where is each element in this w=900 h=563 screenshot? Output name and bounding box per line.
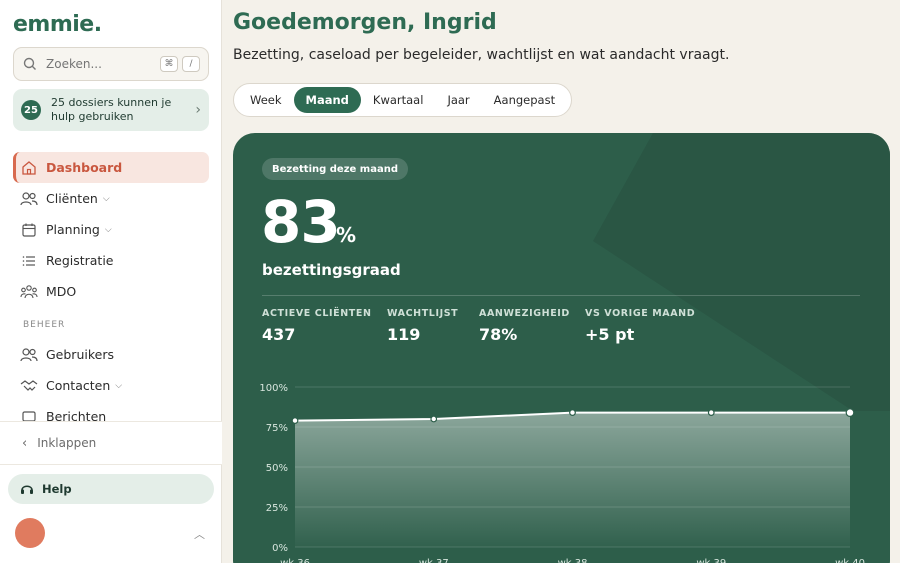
tab-aangepast[interactable]: Aangepast	[482, 87, 567, 113]
sidebar-item-dashboard[interactable]: Dashboard	[13, 152, 209, 183]
list-icon	[20, 252, 38, 270]
x-tick-label: wk 39	[696, 558, 726, 563]
y-tick-label: 100%	[259, 383, 288, 394]
search-box[interactable]: ⌘ /	[13, 47, 209, 81]
data-point[interactable]	[430, 415, 438, 423]
stat-attendance: AANWEZIGHEID 78%	[479, 308, 570, 344]
x-tick-label: wk 40	[835, 558, 865, 563]
y-tick-label: 75%	[266, 423, 288, 434]
headset-icon	[20, 482, 34, 496]
y-tick-label: 25%	[266, 503, 288, 514]
x-tick-label: wk 38	[558, 558, 588, 563]
search-icon	[23, 57, 36, 70]
occupancy-chart: 0% 25% 50% 75% 100% wk 36 wk 37 wk 38 wk 39 wk 40	[259, 383, 865, 563]
app-logo[interactable]: emmie.	[13, 12, 102, 37]
stat-vs-last-month: VS VORIGE MAAND +5 pt	[585, 308, 695, 344]
chevron-up-icon[interactable]: ︿	[194, 526, 205, 542]
y-tick-label: 50%	[266, 463, 288, 474]
x-tick-label: wk 37	[419, 558, 449, 563]
chevron-right-icon: ›	[195, 102, 201, 118]
users-icon	[20, 346, 38, 364]
sidebar-item-planning[interactable]: Planning ⌵	[13, 214, 209, 245]
y-tick-label: 0%	[272, 543, 288, 554]
collapse-button[interactable]: ‹ Inklappen	[0, 421, 222, 465]
sidebar-item-mdo[interactable]: MDO	[13, 276, 209, 307]
sidebar-item-contacten[interactable]: Contacten ⌵	[13, 370, 209, 401]
page-title: Goedemorgen, Ingrid	[233, 10, 497, 35]
search-shortcut: ⌘ /	[156, 56, 200, 72]
chevron-left-icon: ‹	[22, 435, 28, 451]
stat-label: VS VORIGE MAAND	[585, 308, 696, 319]
sidebar-item-registratie[interactable]: Registratie	[13, 245, 209, 276]
data-point[interactable]	[569, 409, 576, 416]
search-input[interactable]	[46, 57, 146, 71]
sidebar-item-label: Gebruikers	[46, 347, 114, 362]
divider	[262, 295, 860, 296]
shortcut-key: /	[182, 56, 200, 72]
chevron-down-icon: ⌵	[102, 193, 110, 204]
sidebar-item-label: Registratie	[46, 253, 114, 268]
stat-label: WACHTLIJST	[387, 308, 459, 319]
data-point[interactable]	[845, 408, 855, 417]
sidebar-item-gebruikers[interactable]: Gebruikers	[13, 339, 209, 370]
dossier-notice[interactable]: 25 25 dossiers kunnen je hulp gebruiken …	[13, 89, 209, 131]
stat-waitlist: WACHTLIJST 119	[387, 308, 458, 344]
stat-label: ACTIEVE CLIËNTEN	[262, 308, 372, 319]
tab-kwartaal[interactable]: Kwartaal	[361, 87, 436, 113]
sidebar-item-label: MDO	[46, 284, 77, 299]
sidebar-nav: Dashboard Cliënten ⌵ Planning ⌵ Registra…	[13, 152, 209, 432]
shortcut-key: ⌘	[160, 56, 178, 72]
series-area	[295, 412, 850, 547]
sidebar-item-label: Cliënten	[46, 191, 98, 206]
page-subtitle: Bezetting, caseload per begeleider, wach…	[233, 47, 730, 63]
x-tick-label: wk 36	[280, 558, 310, 563]
dossier-notice-text: 25 dossiers kunnen je hulp gebruiken	[51, 96, 172, 123]
stat-value: 78%	[479, 325, 518, 344]
tab-jaar[interactable]: Jaar	[435, 87, 481, 113]
occupancy-value: 83	[261, 188, 341, 256]
help-button[interactable]: Help	[8, 474, 214, 504]
handshake-icon	[20, 377, 38, 395]
stat-value: 119	[387, 325, 421, 344]
users-icon	[20, 190, 38, 208]
period-tabs: Week Maand Kwartaal Jaar Aangepast	[233, 83, 573, 117]
section-label-beheer: BEHEER	[23, 320, 66, 330]
help-label: Help	[42, 482, 72, 496]
chevron-down-icon: ⌵	[115, 380, 123, 391]
dossier-count-badge: 25	[21, 100, 41, 120]
stat-label: AANWEZIGHEID	[479, 308, 570, 319]
sidebar-item-label: Contacten	[46, 378, 111, 393]
sidebar-item-label: Dashboard	[46, 160, 123, 175]
tab-week[interactable]: Week	[238, 87, 294, 113]
data-point[interactable]	[707, 409, 715, 416]
chevron-down-icon: ⌵	[104, 224, 112, 235]
team-icon	[20, 283, 38, 301]
occupancy-label: bezettingsgraad	[262, 261, 401, 279]
occupancy-card: Bezetting deze maand 83 % bezettingsgraa…	[233, 133, 890, 563]
data-point[interactable]	[291, 417, 299, 424]
stat-value: +5 pt	[585, 325, 635, 344]
card-pill: Bezetting deze maand	[262, 158, 408, 180]
calendar-icon	[20, 221, 38, 239]
sidebar: emmie. ⌘ / 25 25 dossiers kunnen je hulp…	[0, 0, 222, 563]
home-icon	[20, 159, 38, 177]
stat-value: 437	[262, 325, 296, 344]
stat-active-clients: ACTIEVE CLIËNTEN 437	[262, 308, 372, 344]
tab-maand[interactable]: Maand	[293, 87, 361, 113]
sidebar-item-label: Planning	[46, 222, 100, 237]
occupancy-unit: %	[336, 223, 357, 247]
collapse-label: Inklappen	[37, 436, 97, 450]
sidebar-item-clienten[interactable]: Cliënten ⌵	[13, 183, 209, 214]
avatar[interactable]	[15, 518, 45, 548]
